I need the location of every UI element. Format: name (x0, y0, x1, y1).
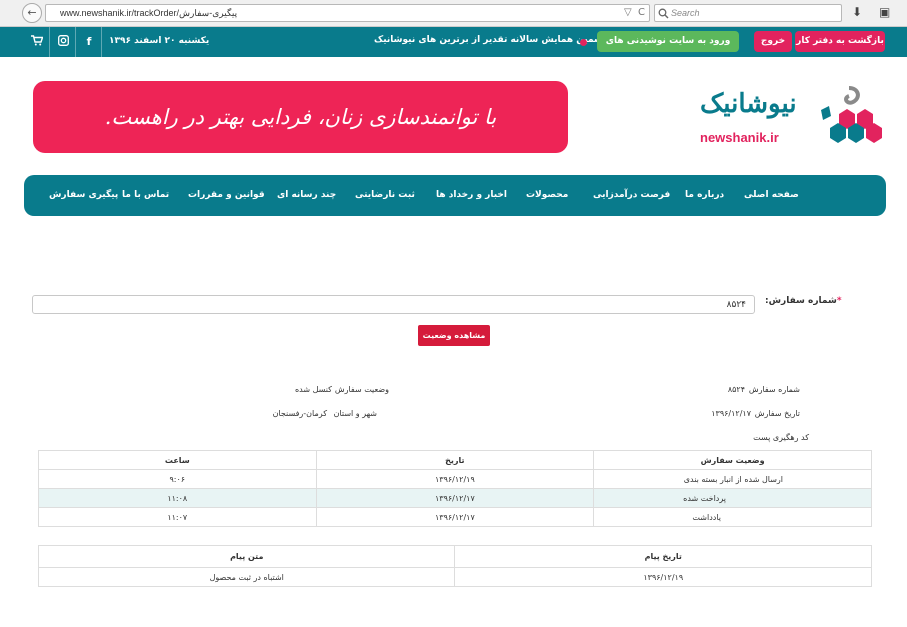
table-cell-status: یادداشت (593, 507, 872, 527)
nav-item-complaint[interactable]: ثبت نارضایتی (355, 190, 415, 200)
column-header-time: ساعت (38, 450, 317, 470)
table-row: ۹:۰۶ ۱۳۹۶/۱۲/۱۹ ارسال شده از انبار بسته … (38, 469, 872, 489)
news-ticker[interactable]: ششمین همایش سالانه تقدیر از برترین های ن… (374, 35, 612, 45)
order-date-label: تاریخ سفارش (754, 409, 800, 418)
column-header-message-date: تاریخ پیام (454, 545, 872, 568)
nav-item-rules[interactable]: قوانین و مقررات (188, 190, 265, 200)
nav-item-products[interactable]: محصولات (526, 190, 568, 200)
table-cell-time: ۱۱:۰۷ (38, 507, 317, 527)
nav-item-news[interactable]: اخبار و رخداد ها (436, 190, 507, 200)
table-cell-status: پرداخت شده (593, 488, 872, 508)
logo-url: newshanik.ir (700, 130, 779, 145)
order-date-value: ۱۳۹۶/۱۲/۱۷ (711, 409, 751, 418)
nav-item-contact[interactable]: تماس با ما (122, 190, 169, 200)
column-header-message-text: متن پیام (37, 545, 456, 568)
messages-table: متن پیام تاریخ پیام اشتباه در ثبت محصول … (37, 545, 872, 587)
table-cell-message-date: ۱۳۹۶/۱۲/۱۹ (454, 567, 872, 587)
divider (75, 27, 76, 57)
search-placeholder: Search (671, 8, 700, 18)
view-status-button[interactable]: مشاهده وضعیت (418, 325, 490, 346)
url-text: www.newshanik.ir/trackOrder/پیگیری-سفارش (60, 8, 238, 18)
tracking-code-label: کد رهگیری پست (753, 433, 809, 442)
instagram-icon[interactable] (56, 35, 70, 49)
table-cell-date: ۱۳۹۶/۱۲/۱۷ (315, 488, 595, 508)
city-value: کرمان-رفسنجان (272, 409, 327, 418)
order-number-label: *شماره سفارش: (765, 296, 842, 306)
order-status-value: کنسل شده (294, 385, 332, 394)
table-cell-date: ۱۳۹۶/۱۲/۱۹ (315, 469, 595, 489)
status-history-table: ساعت تاریخ وضعیت سفارش ۹:۰۶ ۱۳۹۶/۱۲/۱۹ ا… (38, 450, 872, 527)
cart-icon[interactable] (30, 35, 44, 49)
current-date: یکشنبه ۲۰ اسفند ۱۳۹۶ (109, 36, 210, 46)
browser-search-box[interactable]: Search (654, 4, 842, 22)
banner-text: با توانمندسازی زنان، فردایی بهتر در راهس… (104, 105, 497, 129)
required-mark: * (836, 296, 842, 306)
table-header-row: متن پیام تاریخ پیام (37, 545, 872, 568)
table-cell-time: ۹:۰۶ (38, 469, 317, 489)
order-number-info-value: ۸۵۲۴ (727, 385, 745, 394)
nav-item-tracking[interactable]: پیگیری سفارش (49, 190, 118, 200)
browser-toolbar: ← www.newshanik.ir/trackOrder/پیگیری-سفا… (0, 0, 907, 27)
url-bar[interactable]: www.newshanik.ir/trackOrder/پیگیری-سفارش… (45, 4, 650, 22)
back-icon[interactable]: ← (22, 3, 42, 23)
back-to-office-button[interactable]: بازگشت به دفتر کار (795, 31, 885, 52)
divider (101, 27, 102, 57)
column-header-status: وضعیت سفارش (593, 450, 872, 470)
city-label: شهر و استان (333, 409, 377, 418)
table-header-row: ساعت تاریخ وضعیت سفارش (38, 450, 872, 470)
search-icon (658, 8, 669, 19)
reload-icon[interactable]: C (638, 7, 645, 18)
order-number-label-text: شماره سفارش: (765, 296, 837, 306)
column-header-date: تاریخ (315, 450, 595, 470)
reader-view-icon[interactable]: ▣ (879, 5, 890, 19)
table-cell-time: ۱۱:۰۸ (38, 488, 317, 508)
slogan-banner: با توانمندسازی زنان، فردایی بهتر در راهس… (33, 81, 568, 153)
top-bar: f یکشنبه ۲۰ اسفند ۱۳۹۶ ششمین همایش سالان… (0, 27, 907, 67)
facebook-icon[interactable]: f (82, 35, 96, 48)
nav-item-income[interactable]: فرصت درآمدزایی (593, 190, 670, 200)
order-number-info-label: شماره سفارش (748, 385, 800, 394)
order-status-label: وضعیت سفارش (334, 385, 389, 394)
download-icon[interactable]: ⬇ (852, 5, 862, 19)
table-cell-status: ارسال شده از انبار بسته بندی (593, 469, 872, 489)
main-navigation: صفحه اصلی درباره ما فرصت درآمدزایی محصول… (24, 175, 886, 216)
table-cell-date: ۱۳۹۶/۱۲/۱۷ (315, 507, 595, 527)
dropdown-icon[interactable]: ▽ (624, 7, 632, 18)
nav-item-about[interactable]: درباره ما (685, 190, 724, 200)
table-row: ۱۱:۰۷ ۱۳۹۶/۱۲/۱۷ یادداشت (38, 507, 872, 527)
table-row: اشتباه در ثبت محصول ۱۳۹۶/۱۲/۱۹ (37, 567, 872, 587)
nav-item-home[interactable]: صفحه اصلی (744, 190, 799, 200)
logo-wordmark: نیوشانیک (700, 89, 797, 119)
table-cell-message-text: اشتباه در ثبت محصول (37, 567, 456, 587)
divider (49, 27, 50, 57)
exit-button[interactable]: خروج (754, 31, 792, 52)
nav-item-media[interactable]: چند رسانه ای (277, 190, 336, 200)
news-dot-icon (580, 39, 587, 46)
order-number-input[interactable] (32, 295, 755, 314)
table-row: ۱۱:۰۸ ۱۳۹۶/۱۲/۱۷ پرداخت شده (38, 488, 872, 508)
newsha-drinks-button[interactable]: ورود به سایت نوشیدنی های نیوشا (597, 31, 739, 67)
